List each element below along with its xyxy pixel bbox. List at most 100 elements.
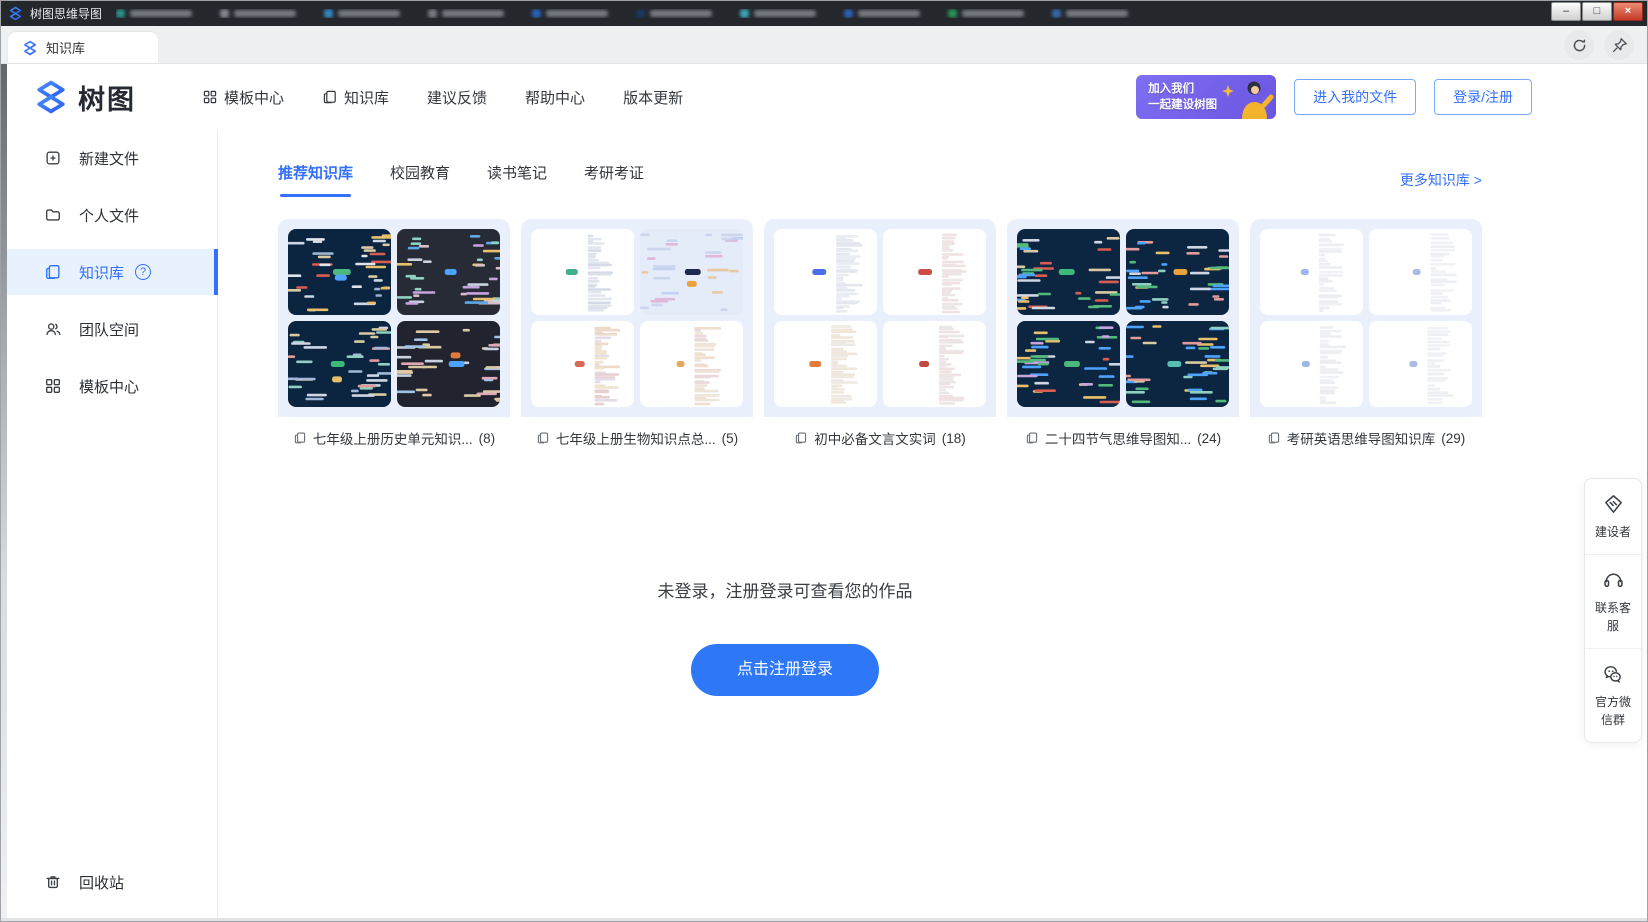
knowledge-base-card[interactable]: 七年级上册生物知识点总... (5) <box>521 219 753 459</box>
app-logo-icon <box>8 6 23 21</box>
window-controls: – □ × <box>1551 2 1643 21</box>
help-icon[interactable]: ? <box>135 264 151 280</box>
file-plus-icon <box>44 149 62 167</box>
browser-tabstrip: 知识库 <box>0 26 1648 64</box>
window-title: 树图思维导图 <box>30 5 102 22</box>
grid-icon <box>202 89 218 105</box>
trash-icon <box>44 873 62 891</box>
login-prompt: 未登录，注册登录可查看您的作品 <box>218 577 1352 602</box>
mindmap-thumbnail <box>1017 229 1120 315</box>
nav-version-update[interactable]: 版本更新 <box>623 87 683 108</box>
headset-icon <box>1602 569 1625 592</box>
mindmap-thumbnail <box>883 321 986 407</box>
card-title: 七年级上册生物知识点总... (5) <box>521 417 753 459</box>
login-register-button[interactable]: 登录/注册 <box>1434 79 1532 115</box>
tab-label: 知识库 <box>46 38 85 57</box>
tab-logo-icon <box>22 40 38 56</box>
sidebar-item-recycle-bin[interactable]: 回收站 <box>7 862 217 902</box>
contact-support-button[interactable]: 联系客服 <box>1585 554 1641 648</box>
handshake-icon <box>1602 493 1625 516</box>
mindmap-thumbnail <box>1369 321 1472 407</box>
banner-illustration <box>1214 75 1276 119</box>
pages-icon <box>1025 431 1039 445</box>
pages-icon <box>794 431 808 445</box>
knowledge-base-cards: 七年级上册历史单元知识... (8) 七年级上册生物知识点总... (5) <box>278 219 1648 459</box>
content-tabs: 推荐知识库 校园教育 读书笔记 考研考证 <box>278 162 644 197</box>
refresh-icon <box>1571 37 1588 54</box>
sidebar-item-template-center[interactable]: 模板中心 <box>7 363 217 409</box>
pin-icon <box>1611 37 1628 54</box>
doc-icon <box>44 263 62 281</box>
titlebar: 树图思维导图 – □ × <box>0 0 1648 26</box>
app-header: 树图 模板中心 知识库 <box>7 64 1648 130</box>
team-icon <box>44 320 62 338</box>
more-knowledge-bases-link[interactable]: 更多知识库 > <box>1400 170 1482 190</box>
mindmap-thumbnail <box>531 229 634 315</box>
card-title: 考研英语思维导图知识库 (29) <box>1250 417 1482 459</box>
sidebar-item-team-space[interactable]: 团队空间 <box>7 306 217 352</box>
mindmap-thumbnail <box>640 229 743 315</box>
wechat-group-button[interactable]: 官方微信群 <box>1585 648 1641 742</box>
mindmap-thumbnail <box>531 321 634 407</box>
minimize-button[interactable]: – <box>1551 2 1581 21</box>
mindmap-thumbnail <box>1017 321 1120 407</box>
pages-icon <box>293 431 307 445</box>
window-bottom-edge <box>0 918 1648 922</box>
knowledge-base-card[interactable]: 七年级上册历史单元知识... (8) <box>278 219 510 459</box>
mindmap-thumbnail <box>774 229 877 315</box>
nav-feedback[interactable]: 建议反馈 <box>427 87 487 108</box>
blurred-tabs <box>116 9 1648 18</box>
pages-icon <box>536 431 550 445</box>
my-files-button[interactable]: 进入我的文件 <box>1294 79 1416 115</box>
pages-icon <box>1267 431 1281 445</box>
mindmap-thumbnail <box>640 321 743 407</box>
tab-recommended[interactable]: 推荐知识库 <box>278 162 353 197</box>
refresh-button[interactable] <box>1564 30 1594 60</box>
knowledge-base-card[interactable]: 初中必备文言文实词 (18) <box>764 219 996 459</box>
app-window: 树图 模板中心 知识库 <box>0 64 1648 922</box>
mindmap-thumbnail <box>1260 321 1363 407</box>
mindmap-thumbnail <box>397 321 500 407</box>
close-button[interactable]: × <box>1613 2 1643 21</box>
header-nav: 模板中心 知识库 建议反馈 帮助中心 版本更新 <box>202 87 683 108</box>
card-title: 初中必备文言文实词 (18) <box>764 417 996 459</box>
mindmap-thumbnail <box>288 321 391 407</box>
knowledge-base-card[interactable]: 考研英语思维导图知识库 (29) <box>1250 219 1482 459</box>
mindmap-thumbnail <box>1369 229 1472 315</box>
sidebar-item-knowledge-base[interactable]: 知识库 ? <box>7 249 217 295</box>
nav-template-center[interactable]: 模板中心 <box>202 87 284 108</box>
mindmap-thumbnail <box>774 321 877 407</box>
pin-button[interactable] <box>1604 30 1634 60</box>
register-login-button[interactable]: 点击注册登录 <box>691 644 879 696</box>
brand[interactable]: 树图 <box>33 78 136 117</box>
maximize-button[interactable]: □ <box>1582 2 1612 21</box>
tab-reading-notes[interactable]: 读书笔记 <box>487 162 547 197</box>
main-content: 推荐知识库 校园教育 读书笔记 考研考证 更多知识库 > 七年级上册历史单元知识… <box>218 130 1648 918</box>
nav-help-center[interactable]: 帮助中心 <box>525 87 585 108</box>
brand-logo-icon <box>33 79 69 115</box>
mindmap-thumbnail <box>288 229 391 315</box>
knowledge-base-card[interactable]: 二十四节气思维导图知... (24) <box>1007 219 1239 459</box>
sidebar-item-personal-files[interactable]: 个人文件 <box>7 192 217 238</box>
mindmap-thumbnail <box>397 229 500 315</box>
mindmap-thumbnail <box>883 229 986 315</box>
login-section: 未登录，注册登录可查看您的作品 点击注册登录 <box>218 577 1352 696</box>
join-us-banner[interactable]: 加入我们 一起建设树图 <box>1136 75 1276 119</box>
wechat-icon <box>1602 663 1625 686</box>
mindmap-thumbnail <box>1260 229 1363 315</box>
tab-school-education[interactable]: 校园教育 <box>390 162 450 197</box>
mindmap-thumbnail <box>1126 229 1229 315</box>
sidebar: 新建文件 个人文件 知识库 ? <box>7 130 218 918</box>
builder-button[interactable]: 建设者 <box>1585 479 1641 554</box>
mindmap-thumbnail <box>1126 321 1229 407</box>
window-left-edge <box>0 64 7 922</box>
doc-icon <box>322 89 338 105</box>
tab-exam-prep[interactable]: 考研考证 <box>584 162 644 197</box>
card-title: 二十四节气思维导图知... (24) <box>1007 417 1239 459</box>
nav-knowledge-base[interactable]: 知识库 <box>322 87 389 108</box>
brand-name: 树图 <box>78 78 136 117</box>
sidebar-item-new-file[interactable]: 新建文件 <box>7 135 217 181</box>
active-page-tab[interactable]: 知识库 <box>8 32 158 63</box>
folder-icon <box>44 206 62 224</box>
banner-text: 加入我们 一起建设树图 <box>1148 81 1217 113</box>
